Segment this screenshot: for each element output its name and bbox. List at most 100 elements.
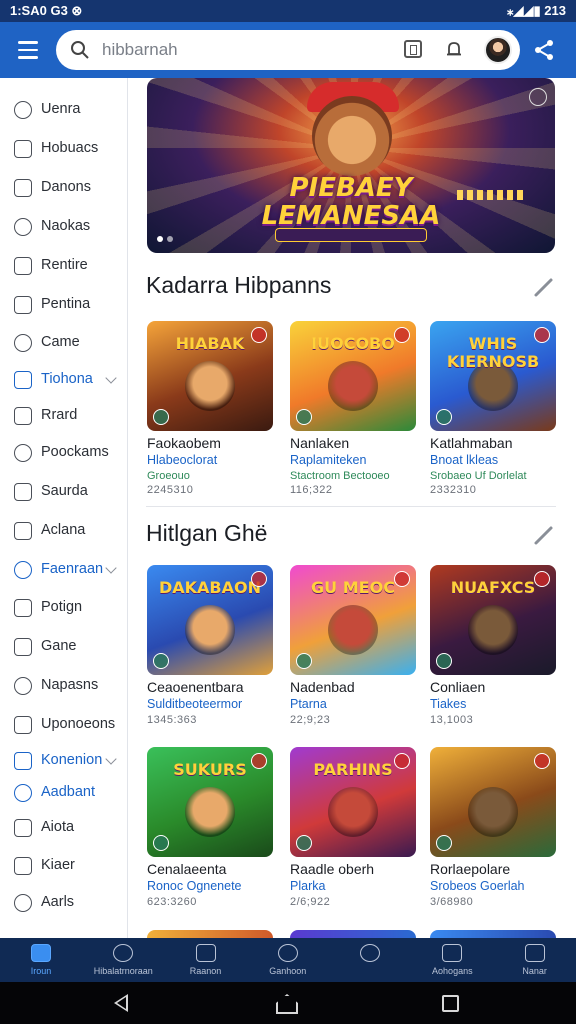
bottom-nav-item[interactable]: Ganhoon <box>247 938 329 982</box>
game-downloads: 2245310 <box>147 484 194 496</box>
play-icon[interactable] <box>436 835 452 851</box>
sidebar-item[interactable]: Aiota <box>0 813 128 843</box>
bottom-nav-item[interactable]: Hibalatrnoraan <box>82 938 164 982</box>
sidebar-item[interactable]: Tiohona <box>0 365 128 395</box>
favorite-icon[interactable] <box>394 327 410 343</box>
game-thumbnail[interactable]: IUOCOBO <box>290 321 416 431</box>
sidebar-item[interactable]: Uponoeons <box>0 710 128 740</box>
user-avatar[interactable] <box>484 36 512 64</box>
sidebar-item[interactable]: Gane <box>0 632 128 662</box>
back-icon[interactable] <box>114 994 128 1012</box>
favorite-icon[interactable] <box>251 571 267 587</box>
play-icon[interactable] <box>296 409 312 425</box>
game-developer[interactable]: Ptarna <box>290 697 416 711</box>
sidebar-item[interactable]: Napasns <box>0 671 128 701</box>
sidebar-item[interactable]: Came <box>0 328 128 358</box>
play-icon[interactable] <box>153 835 169 851</box>
bottom-nav-item[interactable]: Iroun <box>0 938 82 982</box>
game-card[interactable]: GU MEOC Nadenbad Ptarna 22;9;23 <box>290 565 416 743</box>
game-thumbnail[interactable]: GU MEOC <box>290 565 416 675</box>
bottom-nav-item[interactable]: Nanar <box>494 938 576 982</box>
game-developer[interactable]: Plarka <box>290 879 416 893</box>
qr-scan-icon[interactable] <box>404 40 422 58</box>
recents-icon[interactable] <box>442 995 459 1012</box>
play-icon[interactable] <box>153 409 169 425</box>
chevron-down-icon <box>105 753 117 765</box>
share-icon[interactable] <box>532 38 556 62</box>
favorite-icon[interactable] <box>534 327 550 343</box>
game-developer[interactable]: Srobeos Goerlah <box>430 879 556 893</box>
play-icon[interactable] <box>436 653 452 669</box>
sidebar-item[interactable]: Pentina <box>0 290 128 320</box>
sidebar-item[interactable]: Rrard <box>0 401 128 431</box>
game-developer[interactable]: Tiakes <box>430 697 556 711</box>
sidebar-item[interactable]: Poockams <box>0 438 128 468</box>
game-thumbnail[interactable] <box>430 747 556 857</box>
bottom-nav-item[interactable]: Aohogans <box>411 938 493 982</box>
game-downloads: 2/6;922 <box>290 896 331 908</box>
chevron-down-icon <box>105 562 117 574</box>
game-card[interactable]: NUAFXCS Conliaen Tiakes 13,1003 <box>430 565 556 743</box>
game-thumbnail[interactable]: DAKABAON <box>147 565 273 675</box>
edit-pencil-icon[interactable] <box>533 276 555 298</box>
game-developer[interactable]: Ronoc Ognenete <box>147 879 273 893</box>
sidebar-item[interactable]: Aarls <box>0 888 128 918</box>
game-card-peek[interactable] <box>147 930 273 938</box>
favorite-icon[interactable] <box>251 753 267 769</box>
game-card[interactable]: PARHINS Raadle oberh Plarka 2/6;922 <box>290 747 416 925</box>
search-input[interactable] <box>102 38 342 62</box>
game-developer[interactable]: Sulditbeoteermor <box>147 697 273 711</box>
game-thumbnail[interactable]: WHIS KIERNOSB <box>430 321 556 431</box>
sidebar-item[interactable]: Faenraan <box>0 555 128 585</box>
sidebar-item-label: Uenra <box>41 101 81 117</box>
game-card[interactable]: WHIS KIERNOSB Katlahmaban Bnoat lkleas Srob… <box>430 321 556 499</box>
play-icon[interactable] <box>153 653 169 669</box>
game-card[interactable]: HIABAK Faokaobem Hlabeoclorat Groeouo 224531… <box>147 321 273 499</box>
favorite-icon[interactable] <box>251 327 267 343</box>
game-card[interactable]: IUOCOBO Nanlaken Raplamiteken Stactroom Bec… <box>290 321 416 499</box>
sidebar-item[interactable]: Naokas <box>0 212 128 242</box>
sidebar-item[interactable]: Uenra <box>0 95 128 125</box>
edit-pencil-icon[interactable] <box>533 524 555 546</box>
sidebar-item[interactable]: Kiaer <box>0 851 128 881</box>
play-icon[interactable] <box>296 835 312 851</box>
game-developer[interactable]: Hlabeoclorat <box>147 453 273 467</box>
home-icon[interactable] <box>276 994 298 1014</box>
game-card[interactable]: Rorlaepolare Srobeos Goerlah 3/68980 <box>430 747 556 925</box>
sidebar-item[interactable]: Saurda <box>0 477 128 507</box>
game-developer[interactable]: Bnoat lkleas <box>430 453 556 467</box>
play-icon[interactable] <box>296 653 312 669</box>
play-icon[interactable] <box>436 409 452 425</box>
game-thumbnail[interactable]: PARHINS <box>290 747 416 857</box>
game-thumbnail[interactable]: HIABAK <box>147 321 273 431</box>
carousel-dot[interactable] <box>167 236 173 242</box>
featured-banner[interactable]: PIEBAEY LEMANESAA <box>147 78 555 253</box>
game-thumbnail[interactable]: SUKURS <box>147 747 273 857</box>
favorite-icon[interactable] <box>394 753 410 769</box>
game-card-peek[interactable] <box>290 930 416 938</box>
bottom-nav-item[interactable]: Raanon <box>165 938 247 982</box>
carousel-dot[interactable] <box>157 236 163 242</box>
game-developer[interactable]: Raplamiteken <box>290 453 416 467</box>
sidebar-item[interactable]: Konenion <box>0 746 128 776</box>
bottom-nav-item[interactable] <box>329 938 411 982</box>
sidebar-item[interactable]: Danons <box>0 173 128 203</box>
favorite-icon[interactable] <box>534 571 550 587</box>
game-thumbnail[interactable]: NUAFXCS <box>430 565 556 675</box>
sidebar-item[interactable]: Hobuacs <box>0 134 128 164</box>
search-bar[interactable] <box>56 30 520 70</box>
sidebar-item-label: Came <box>41 334 80 350</box>
game-card-peek[interactable] <box>430 930 556 938</box>
favorite-icon[interactable] <box>394 571 410 587</box>
game-card[interactable]: DAKABAON Ceaoenentbara Sulditbeoteermor 134… <box>147 565 273 743</box>
sidebar-item[interactable]: Rentire <box>0 251 128 281</box>
carousel-dots[interactable] <box>157 236 173 242</box>
hamburger-menu-button[interactable] <box>10 34 46 66</box>
favorite-icon[interactable] <box>534 753 550 769</box>
game-card[interactable]: SUKURS Cenalaeenta Ronoc Ognenete 623:3260 <box>147 747 273 925</box>
sidebar-item[interactable]: Aclana <box>0 516 128 546</box>
notification-bell-icon[interactable] <box>444 40 464 60</box>
banner-compass-icon[interactable] <box>529 88 547 106</box>
sidebar-item[interactable]: Aadbant <box>0 778 128 808</box>
sidebar-item[interactable]: Potign <box>0 593 128 623</box>
